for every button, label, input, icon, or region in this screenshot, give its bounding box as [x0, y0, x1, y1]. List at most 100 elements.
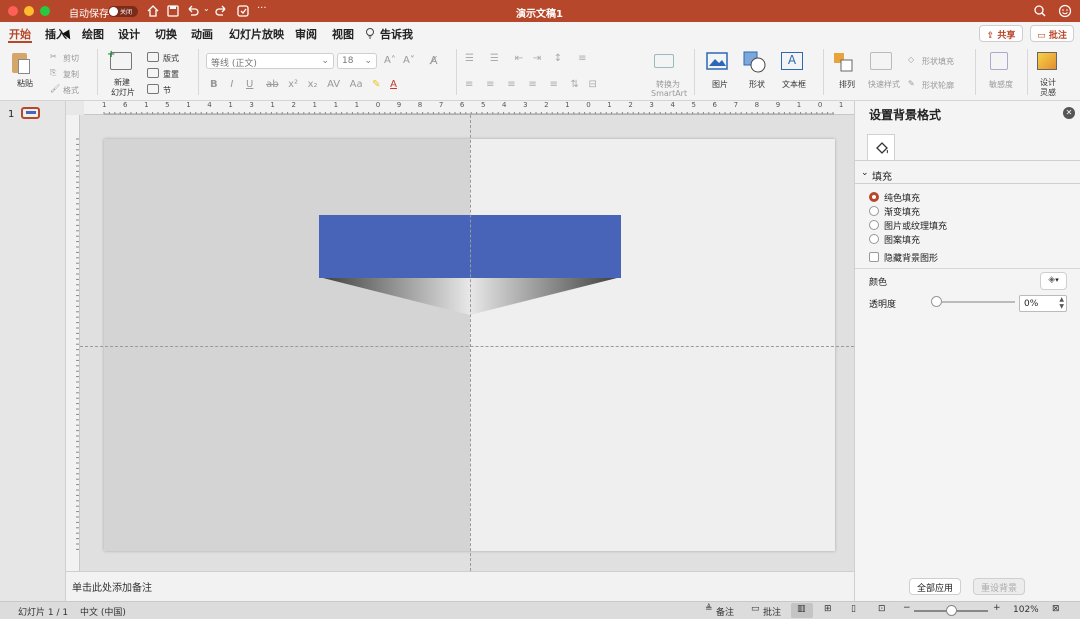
font-color-icon[interactable]: A [390, 79, 397, 90]
comments-button[interactable]: ▭ 批注 [1030, 25, 1074, 42]
tab-draw[interactable]: 绘图 [82, 26, 104, 42]
search-icon[interactable] [1033, 4, 1047, 18]
quick-style-icon[interactable] [870, 52, 892, 70]
section-button[interactable]: 节 [163, 85, 171, 96]
fill-section-header[interactable]: 填充 [872, 168, 892, 183]
transparency-input[interactable]: 0% ▲ ▼ [1019, 295, 1067, 312]
close-window-button[interactable] [8, 6, 18, 16]
zoom-in-icon[interactable]: + [993, 603, 1001, 613]
transparency-slider[interactable] [935, 301, 1015, 303]
slide-thumbnail[interactable] [21, 107, 40, 119]
tab-home[interactable]: 开始 [9, 26, 31, 42]
save-icon[interactable] [166, 4, 180, 18]
minimize-window-button[interactable] [24, 6, 34, 16]
cut-button[interactable]: 剪切 [63, 53, 79, 64]
reset-background-button[interactable]: 重设背景 [973, 578, 1025, 595]
hide-background-checkbox[interactable] [869, 252, 879, 262]
normal-view-button[interactable]: ▥ [791, 603, 813, 618]
smiley-icon[interactable] [1058, 4, 1072, 18]
font-name-select[interactable]: 等线 (正文) ⌄ [206, 53, 334, 69]
share-button[interactable]: ⇪ 共享 [979, 25, 1023, 42]
vertical-guide[interactable] [470, 115, 471, 571]
picture-button[interactable]: 图片 [712, 79, 728, 90]
undo-dropdown-icon[interactable]: ⌄ [203, 4, 210, 13]
decrease-indent-icon[interactable]: ⇤ [515, 53, 523, 64]
zoom-window-button[interactable] [40, 6, 50, 16]
grow-font-icon[interactable]: A˄ [384, 55, 396, 66]
tab-view[interactable]: 视图 [332, 26, 354, 42]
solid-fill-radio[interactable] [869, 192, 879, 202]
textbox-icon[interactable]: A [781, 52, 803, 70]
tab-slideshow[interactable]: 幻灯片放映 [229, 26, 284, 42]
picture-fill-radio[interactable] [869, 220, 879, 230]
line-spacing-icon[interactable]: ↕ [554, 53, 562, 64]
char-spacing-icon[interactable]: AV [327, 79, 340, 90]
align-center-icon[interactable]: ≡ [486, 79, 494, 90]
zoom-out-icon[interactable]: − [903, 603, 911, 613]
new-slide-icon[interactable]: + [107, 49, 132, 70]
text-direction-icon[interactable]: ⇅ [571, 79, 579, 90]
shape-outline-button[interactable]: 形状轮廓 [922, 80, 954, 91]
align-left-icon[interactable]: ≡ [465, 79, 473, 90]
tab-review[interactable]: 审阅 [295, 26, 317, 42]
superscript-icon[interactable]: x² [288, 79, 298, 90]
horizontal-guide[interactable] [80, 346, 854, 347]
sensitivity-button[interactable]: 敏感度 [989, 79, 1013, 90]
format-painter-button[interactable]: 格式 [63, 85, 79, 96]
clear-format-icon[interactable]: A̸ [430, 54, 438, 67]
more-icon[interactable]: ··· [257, 3, 267, 14]
designer-icon[interactable] [1037, 52, 1057, 70]
copy-button[interactable]: 复制 [63, 69, 79, 80]
color-picker[interactable]: ◈▾ [1040, 272, 1067, 290]
fit-to-window-icon[interactable]: ⊠ [1052, 604, 1060, 614]
fill-tab[interactable] [867, 134, 895, 160]
justify-icon[interactable]: ≡ [528, 79, 536, 90]
strikethrough-icon[interactable]: ab [266, 79, 278, 90]
arrange-icon[interactable] [833, 52, 855, 72]
autosave-toggle[interactable]: 关闭 [108, 6, 138, 17]
zoom-slider-thumb[interactable] [946, 605, 957, 616]
gradient-fill-radio[interactable] [869, 206, 879, 216]
present-icon[interactable] [236, 4, 250, 18]
reading-view-icon[interactable]: ▯ [851, 604, 856, 614]
slideshow-view-icon[interactable]: ⊡ [878, 604, 886, 614]
shape-button[interactable]: 形状 [749, 79, 765, 90]
change-case-icon[interactable]: Aa [350, 79, 363, 90]
shrink-font-icon[interactable]: A˅ [403, 55, 415, 66]
redo-icon[interactable] [214, 4, 228, 18]
notes-pane[interactable]: 单击此处添加备注 [66, 571, 854, 601]
sensitivity-icon[interactable] [990, 52, 1008, 70]
subscript-icon[interactable]: x₂ [308, 79, 318, 90]
align-right-icon[interactable]: ≡ [507, 79, 515, 90]
close-pane-icon[interactable]: ✕ [1063, 107, 1075, 119]
increase-indent-icon[interactable]: ⇥ [533, 53, 541, 64]
stepper-icon[interactable]: ▲ ▼ [1059, 296, 1064, 310]
distributed-icon[interactable]: ≡ [549, 79, 557, 90]
font-size-select[interactable]: 18 ⌄ [337, 53, 377, 69]
zoom-level[interactable]: 102% [1013, 605, 1039, 615]
picture-icon[interactable] [706, 52, 728, 70]
undo-icon[interactable] [186, 4, 200, 18]
highlight-icon[interactable]: ✎ [372, 79, 380, 90]
columns-icon[interactable]: ≡ [578, 53, 586, 64]
italic-icon[interactable]: I [230, 79, 233, 90]
bullets-icon[interactable]: ☰ [465, 53, 474, 64]
paste-button[interactable]: 粘贴 [17, 78, 33, 89]
underline-icon[interactable]: U [246, 79, 253, 90]
comments-toggle[interactable]: 批注 [763, 605, 781, 618]
home-icon[interactable] [146, 4, 160, 18]
transparency-slider-thumb[interactable] [931, 296, 942, 307]
textbox-button[interactable]: 文本框 [782, 79, 806, 90]
apply-all-button[interactable]: 全部应用 [909, 578, 961, 595]
notes-toggle[interactable]: 备注 [716, 605, 734, 618]
reset-button[interactable]: 重置 [163, 69, 179, 80]
arrange-button[interactable]: 排列 [839, 79, 855, 90]
slide-sorter-view-icon[interactable]: ⊞ [824, 604, 832, 614]
pattern-fill-radio[interactable] [869, 234, 879, 244]
layout-button[interactable]: 版式 [163, 53, 179, 64]
smartart-icon[interactable] [654, 54, 674, 68]
chevron-down-icon[interactable]: ⌄ [861, 168, 869, 178]
tell-me-field[interactable]: 告诉我 [380, 26, 413, 42]
align-text-icon[interactable]: ⊟ [588, 79, 596, 90]
shape-icon[interactable] [743, 51, 767, 73]
